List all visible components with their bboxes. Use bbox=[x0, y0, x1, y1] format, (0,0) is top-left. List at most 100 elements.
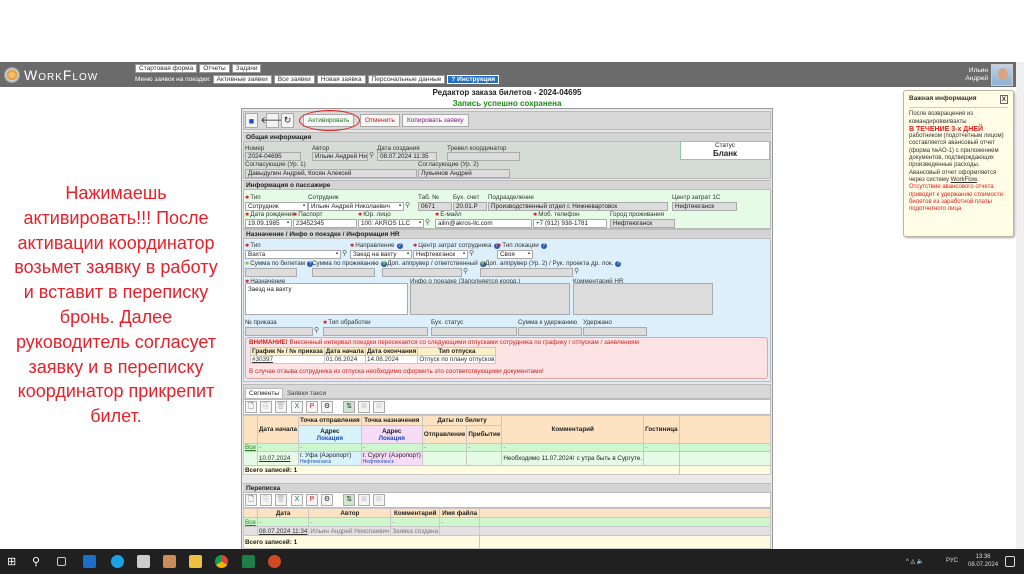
col-to[interactable]: Точка назначения bbox=[360, 415, 423, 426]
filter-start[interactable]: - bbox=[256, 443, 300, 452]
filter-date[interactable]: - bbox=[256, 517, 310, 527]
menu-start-form[interactable]: Стартовая форма bbox=[135, 64, 198, 73]
menu-new-request[interactable]: Новая заявка bbox=[316, 75, 366, 84]
refresh-button[interactable]: ↻ bbox=[281, 113, 294, 128]
filter-to[interactable]: - bbox=[360, 443, 423, 452]
filter-all-link[interactable]: Все bbox=[245, 445, 256, 451]
assignment-field-5[interactable] bbox=[312, 268, 375, 277]
assignment-field-3[interactable]: Своя bbox=[497, 250, 533, 259]
excel-export-icon[interactable]: X bbox=[291, 494, 303, 506]
avatar[interactable] bbox=[991, 64, 1013, 86]
search-icon[interactable]: ⚲ bbox=[32, 555, 45, 568]
menu-reports[interactable]: Отчеты bbox=[199, 64, 230, 73]
passenger-field-7[interactable]: 23452345 bbox=[293, 219, 357, 228]
tray-icons[interactable]: ^ ◬ 🔈 bbox=[906, 558, 924, 565]
help-icon[interactable]: ? bbox=[540, 243, 547, 249]
delete-icon[interactable]: 🗑 bbox=[275, 401, 287, 413]
search-icon[interactable]: ⚲ bbox=[425, 219, 432, 228]
pdf-export-icon[interactable]: P bbox=[306, 494, 318, 506]
assignment-field-8[interactable]: Заезд на вахту bbox=[245, 283, 408, 315]
copy-icon[interactable]: ⎘ bbox=[260, 401, 272, 413]
passenger-field-10[interactable]: +7 (912) 938-1781 bbox=[533, 219, 607, 228]
col-file-name[interactable]: Имя файла bbox=[439, 508, 481, 518]
col-hotel[interactable]: Гостиница bbox=[643, 415, 680, 444]
col-start-date[interactable]: Дата начала bbox=[256, 415, 300, 444]
group-icon[interactable]: ⇅ bbox=[343, 401, 355, 413]
collapse-icon[interactable]: ⊟ bbox=[373, 401, 385, 413]
excel-export-icon[interactable]: X bbox=[291, 401, 303, 413]
passenger-field-6[interactable]: 19.09.1985 bbox=[245, 219, 292, 228]
assignment-field-9[interactable] bbox=[410, 283, 570, 315]
expand-icon[interactable]: ⊞ bbox=[358, 494, 370, 506]
help-button[interactable]: ? Инструкция bbox=[447, 75, 500, 84]
outlook-icon[interactable] bbox=[83, 555, 96, 568]
assignment-field-13[interactable] bbox=[431, 327, 517, 336]
file-explorer-icon[interactable] bbox=[189, 555, 202, 568]
general-field-5[interactable]: Лукьянов Андрей bbox=[418, 169, 510, 178]
general-field-1[interactable]: Ильин Андрей Николаевич bbox=[312, 152, 368, 161]
search-icon[interactable]: ⚲ bbox=[469, 250, 476, 259]
settings-icon[interactable]: ⚙ bbox=[321, 494, 333, 506]
passenger-field-0[interactable]: Сотрудник bbox=[245, 202, 308, 211]
assignment-field-4[interactable] bbox=[245, 268, 297, 277]
passenger-field-9[interactable]: ailin@akros-llc.com bbox=[435, 219, 532, 228]
help-icon[interactable]: ? bbox=[615, 261, 622, 267]
assignment-field-0[interactable]: Вахта bbox=[245, 250, 341, 259]
filter-arrival[interactable]: - bbox=[466, 443, 503, 452]
col-comment[interactable]: Комментарий bbox=[390, 508, 441, 518]
assignment-field-6[interactable] bbox=[382, 268, 462, 277]
group-icon[interactable]: ⇅ bbox=[343, 494, 355, 506]
general-field-0[interactable]: 2024-04695 bbox=[245, 152, 301, 161]
user-name[interactable]: Ильин Андрей bbox=[965, 67, 988, 83]
filter-departure[interactable]: - bbox=[421, 443, 468, 452]
excel-icon[interactable] bbox=[242, 555, 255, 568]
expand-icon[interactable]: ⊞ bbox=[358, 401, 370, 413]
settings-icon[interactable]: ⚙ bbox=[321, 401, 333, 413]
schedule-link[interactable]: #30397 bbox=[252, 357, 273, 363]
copy-request-button[interactable]: Копировать заявку bbox=[402, 114, 469, 127]
row-checkbox[interactable] bbox=[243, 451, 258, 466]
search-icon[interactable]: ⚲ bbox=[342, 250, 349, 259]
assignment-field-10[interactable] bbox=[573, 283, 713, 315]
delete-icon[interactable]: 🗑 bbox=[275, 494, 287, 506]
copy-icon[interactable]: ⎘ bbox=[260, 494, 272, 506]
skype-icon[interactable] bbox=[111, 555, 124, 568]
windows-start-icon[interactable]: ⊞ bbox=[7, 555, 20, 568]
powerpoint-icon[interactable] bbox=[268, 555, 281, 568]
assignment-field-12[interactable] bbox=[323, 327, 428, 336]
search-icon[interactable]: ⚲ bbox=[405, 202, 412, 211]
close-icon[interactable]: X bbox=[999, 95, 1008, 105]
task-view-icon[interactable] bbox=[57, 557, 66, 566]
clock[interactable]: 13:36 08.07.2024 bbox=[968, 553, 998, 569]
search-icon[interactable]: ⚲ bbox=[314, 327, 321, 336]
col-from[interactable]: Точка отправления bbox=[298, 415, 362, 426]
row-checkbox[interactable] bbox=[243, 526, 258, 536]
menu-tasks[interactable]: Задачи bbox=[231, 64, 262, 73]
pdf-export-icon[interactable]: P bbox=[306, 401, 318, 413]
notifications-icon[interactable] bbox=[1005, 556, 1015, 567]
general-field-2[interactable]: 08.07.2024 11:35 bbox=[377, 152, 437, 161]
col-comment[interactable]: Комментарий bbox=[501, 415, 645, 444]
tab-segments[interactable]: Сегменты bbox=[245, 388, 284, 399]
assignment-field-1[interactable]: Заезд на вахту bbox=[350, 250, 412, 259]
col-arrival[interactable]: Прибытие bbox=[466, 425, 503, 444]
app-icon[interactable] bbox=[137, 555, 150, 568]
tab-taxi-requests[interactable]: Заявки такси bbox=[284, 389, 329, 398]
general-field-4[interactable]: Давыдулин Андрей, Косян Алексей bbox=[245, 169, 417, 178]
passenger-field-11[interactable]: Нефтеюганск bbox=[610, 219, 675, 228]
col-departure[interactable]: Отправление bbox=[421, 425, 468, 444]
menu-all-requests[interactable]: Все заявки bbox=[273, 75, 315, 84]
filter-file[interactable]: - bbox=[439, 517, 481, 527]
collapse-icon[interactable]: ⊟ bbox=[373, 494, 385, 506]
assignment-field-14[interactable] bbox=[518, 327, 582, 336]
assignment-field-11[interactable] bbox=[245, 327, 313, 336]
new-icon[interactable]: 🗋 bbox=[245, 494, 257, 506]
save-button[interactable]: ■ bbox=[245, 113, 258, 128]
scrollbar[interactable] bbox=[1016, 62, 1024, 549]
assignment-field-2[interactable]: Нефтеюганск bbox=[413, 250, 468, 259]
help-icon[interactable]: ? bbox=[396, 243, 403, 249]
filter-all-link[interactable]: Все bbox=[245, 519, 256, 526]
col-date[interactable]: Дата bbox=[256, 508, 310, 518]
filter-comment[interactable]: - bbox=[390, 517, 441, 527]
filter-from[interactable]: - bbox=[298, 443, 362, 452]
